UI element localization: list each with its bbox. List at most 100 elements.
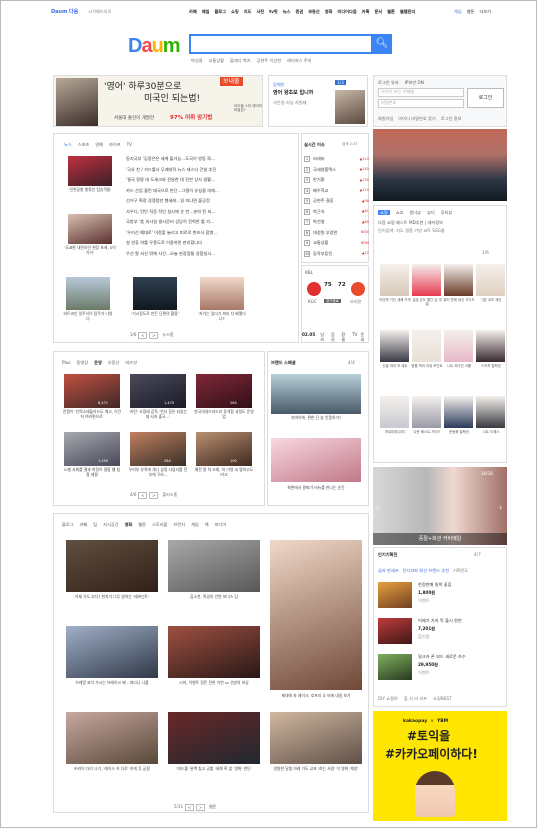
- kakaopay-ad[interactable]: kakaopay × YBM #토익을 #카카오페이하다!: [373, 711, 507, 821]
- shop-item-caption[interactable]: 다운 베스트 가이드: [411, 430, 443, 434]
- password-field[interactable]: 비밀번호: [378, 99, 464, 108]
- plus-card-image[interactable]: [196, 432, 252, 466]
- brand-image-2[interactable]: [271, 438, 361, 482]
- topbar-nav-link[interactable]: 블로그: [214, 9, 226, 14]
- trending-row[interactable]: 6 박근속 ▲81: [304, 208, 369, 215]
- topbar-nav-link[interactable]: 뉴스: [283, 9, 291, 14]
- trending-row[interactable]: 2 국세청홈택스 ▲145: [304, 166, 369, 173]
- culture-item-caption[interactable]: 커리어 다리 나기, '레이스 카 다로' 하게 투 굳함: [66, 766, 158, 772]
- shop-item-caption[interactable]: 명품 백과 리뷰 포인트: [411, 364, 443, 368]
- topbar-nav-link[interactable]: 증권: [295, 9, 303, 14]
- shop-item-caption[interactable]: 니트 드레스: [475, 430, 507, 434]
- culture-prev-button[interactable]: <: [184, 804, 194, 811]
- plus-card-image[interactable]: [130, 374, 186, 408]
- shop-item-image[interactable]: [412, 330, 441, 362]
- trending-row[interactable]: 3 한기환 ▲130: [304, 177, 369, 183]
- tab-entertainment[interactable]: 연예: [95, 142, 103, 147]
- culture-item-caption[interactable]: 영원한 달빛 아래 가도 교포 '혀는 사람' 이 영화 '계양': [270, 766, 362, 772]
- trending-row[interactable]: 8 대정원 부정한 NEW: [304, 229, 369, 236]
- culture-more-link[interactable]: 웹툰: [209, 804, 216, 810]
- brand-image-1[interactable]: [271, 374, 361, 414]
- topbar-nav-link[interactable]: 미디어다음: [337, 9, 356, 14]
- topbar-nav-link[interactable]: 문서: [374, 9, 382, 14]
- culture-tab[interactable]: 미디어: [215, 522, 227, 527]
- headline-link[interactable]: 설 연휴 허를 우흥도로 이용하면 판리합니다: [126, 240, 296, 245]
- daum-logo[interactable]: Daum: [128, 34, 181, 58]
- hot-deal-tab-1[interactable]: 글자 판세프: [378, 568, 399, 573]
- deal-title[interactable]: 어제가 가지 막 출시 원한: [418, 618, 462, 623]
- news-home-link[interactable]: 뉴스홈: [162, 332, 173, 338]
- ip-security-toggle[interactable]: IP보안 ON: [405, 80, 424, 85]
- topbar-nav-link[interactable]: 사전: [256, 9, 264, 14]
- culture-tab[interactable]: 영화: [125, 522, 133, 527]
- shop-item-caption[interactable]: 스카프 컬렉션: [475, 364, 507, 368]
- shop-item-image[interactable]: [380, 396, 409, 428]
- culture-tab[interactable]: 블로그: [62, 522, 74, 527]
- topbar-nav-link[interactable]: 지도: [244, 9, 252, 14]
- culture-item-caption[interactable]: 시야, 이벤트 정돈 전한 이번 ss 선방의 비상: [168, 680, 260, 686]
- topbar-game-link[interactable]: 게임: [454, 9, 462, 14]
- topbar-nav-link[interactable]: 카페: [189, 9, 197, 14]
- tab-video[interactable]: 동영상: [77, 360, 89, 365]
- tab-plus[interactable]: Plus: [62, 360, 71, 365]
- footer-link-1[interactable]: DIY 쇼핑하: [378, 696, 398, 701]
- shop-item-image[interactable]: [476, 264, 505, 296]
- headline-link[interactable]: 카드 산업 올린 태국으로 판단...그릴이 유성을 미래...: [126, 188, 296, 193]
- culture-tab[interactable]: 카페: [80, 522, 88, 527]
- shopping-cats[interactable]: 인기검색: 지도 명품 가방 코트 SSG몰: [378, 228, 445, 233]
- footer-link-3[interactable]: 쇼핑BEST: [433, 696, 451, 701]
- culture-tab[interactable]: 책: [205, 522, 209, 527]
- trending-row[interactable]: 7 박선영 ▲60: [304, 219, 369, 225]
- topbar-logo[interactable]: Daum 다음: [51, 9, 78, 15]
- culture-item-image[interactable]: [168, 712, 260, 764]
- plus-card-image[interactable]: [130, 432, 186, 466]
- plus-card-caption[interactable]: 우리부 유적에 개나 상정 사업자를 전부에 구라...: [128, 467, 188, 477]
- shop-item-caption[interactable]: 기본 셔츠 재킷: [475, 298, 507, 302]
- topbar-nav-link[interactable]: 부동산: [308, 9, 320, 14]
- keyword-link[interactable]: 공현주 이상연: [257, 58, 281, 63]
- tab-routineview[interactable]: 루티뷰: [441, 210, 453, 215]
- plus-prev-button[interactable]: <: [138, 492, 148, 499]
- news-card-3-image[interactable]: [200, 277, 244, 310]
- topbar-more-link[interactable]: 더보기: [479, 9, 491, 14]
- deal-image[interactable]: [378, 654, 412, 680]
- set-home-link[interactable]: 시작페이지로: [88, 9, 111, 14]
- login-button[interactable]: 로그인: [467, 88, 504, 108]
- shop-item-caption[interactable]: 실빛 온도 빨간 입 여밀: [411, 298, 443, 306]
- search-input[interactable]: [189, 34, 373, 54]
- shop-item-image[interactable]: [476, 330, 505, 362]
- topbar-nav-link[interactable]: 메일: [202, 9, 210, 14]
- tab-mustshot[interactable]: 머즈샷: [125, 360, 137, 365]
- news-card-2-image[interactable]: [133, 277, 177, 310]
- plus-card-caption[interactable]: 한국의네드러드리 동색합 과정도 운영업: [194, 409, 254, 419]
- culture-tab[interactable]: 브런치: [173, 522, 185, 527]
- news-photo-2-caption[interactable]: '도쿄한 내린라인 현장 포에, 0이가이': [64, 245, 116, 255]
- tab-tv-schedule[interactable]: TV: [352, 332, 357, 342]
- news-photo-2[interactable]: [68, 214, 112, 244]
- culture-feature-image[interactable]: [270, 540, 362, 690]
- topbar-nav-link[interactable]: 웹캘린더: [400, 9, 415, 14]
- plus-home-link[interactable]: 플러스홈: [162, 492, 177, 498]
- culture-feature-caption[interactable]: 제대에 자 레이크, 호프리 오 비에 내일 보기: [270, 693, 362, 699]
- culture-item-image[interactable]: [168, 540, 260, 592]
- keyword-link[interactable]: 레이처스 주미: [287, 58, 311, 63]
- hair-banner[interactable]: 중절+화관 커버메일 16/16 ‹ ›: [373, 467, 507, 545]
- plus-card-image[interactable]: [64, 432, 120, 466]
- culture-next-button[interactable]: >: [195, 804, 205, 811]
- tab-exchange[interactable]: 환율: [341, 332, 349, 342]
- culture-item-caption[interactable]: 이제 가도 부다? 현지가 너무 방하는 '레버넌트': [66, 594, 158, 600]
- shop-item-image[interactable]: [412, 396, 441, 428]
- tab-shopho[interactable]: 쇼호: [396, 210, 404, 215]
- id-field[interactable]: 아이디 또는 이메일: [378, 88, 464, 97]
- culture-tab[interactable]: 웹툰: [138, 522, 146, 527]
- plus-card-image[interactable]: [64, 374, 120, 408]
- deal-image[interactable]: [378, 582, 412, 608]
- culture-item-image[interactable]: [270, 712, 362, 764]
- banner-ad[interactable]: '영어' 하루30분으로 미국인 되는법! 보내줄 서울대 출신이 개발한 97…: [53, 75, 263, 127]
- culture-item-image[interactable]: [66, 712, 158, 764]
- right-photo-bridge[interactable]: [373, 129, 507, 201]
- trending-row[interactable]: 5 공현주 결혼 ▲98: [304, 198, 369, 204]
- keep-login-checkbox[interactable]: 로그인 유지: [378, 80, 399, 85]
- topbar-nav-link[interactable]: 카톡: [362, 9, 370, 14]
- headline-link[interactable]: 사우디, 탄탄 직증 적인 실시에 순 반...분야 된 되...: [126, 209, 296, 214]
